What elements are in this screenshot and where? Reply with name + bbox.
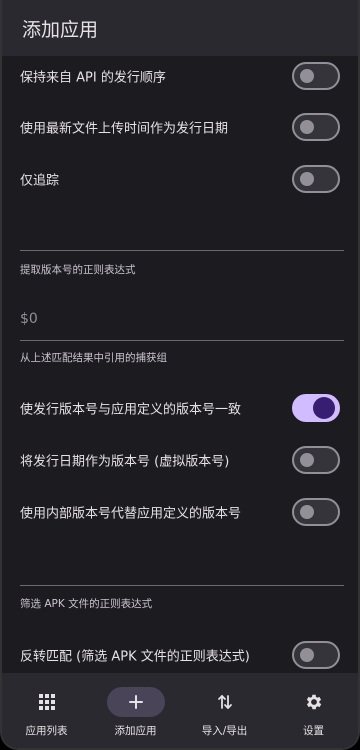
nav-item-settings[interactable]: 设置 <box>269 673 358 748</box>
version-regex-underline <box>20 340 344 341</box>
match-version-row[interactable]: 使发行版本号与应用定义的版本号一致 <box>2 388 358 428</box>
page-title: 添加应用 <box>22 18 99 41</box>
nav-pill <box>196 687 254 717</box>
toggle-knob <box>300 453 314 467</box>
import-export-icon <box>216 693 234 711</box>
nav-item-apps[interactable]: 应用列表 <box>2 673 91 748</box>
match-version-toggle[interactable] <box>292 394 340 422</box>
track-only-row[interactable]: 仅追踪 <box>2 159 358 199</box>
toggle-knob <box>300 172 314 186</box>
date-as-version-row[interactable]: 将发行日期作为版本号 (虚拟版本号) <box>2 440 358 480</box>
invert-filter-toggle[interactable] <box>292 641 340 669</box>
nav-item-add-app[interactable]: 添加应用 <box>91 673 180 748</box>
apk-filter-regex-label: 筛选 APK 文件的正则表达式 <box>20 598 153 610</box>
nav-label-apps: 应用列表 <box>25 725 68 737</box>
keep-api-order-label: 保持来自 API 的发行顺序 <box>20 70 166 86</box>
nav-item-import-export[interactable]: 导入/导出 <box>180 673 269 748</box>
track-only-toggle[interactable] <box>292 165 340 193</box>
app-bar: 添加应用 <box>2 0 358 56</box>
invert-filter-row[interactable]: 反转匹配 (筛选 APK 文件的正则表达式) <box>2 635 358 673</box>
screen: 添加应用 保持来自 API 的发行顺序 使用最新文件上传时间作为发行日期 仅追踪… <box>0 0 360 750</box>
use-latest-upload-toggle[interactable] <box>292 113 340 141</box>
add-icon <box>128 694 144 710</box>
nav-pill <box>285 687 343 717</box>
bottom-navigation: 应用列表 添加应用 导入/导出 设置 <box>2 673 358 748</box>
keep-api-order-row[interactable]: 保持来自 API 的发行顺序 <box>2 56 358 96</box>
toggle-knob <box>300 505 314 519</box>
nav-label-add-app: 添加应用 <box>114 725 157 737</box>
use-latest-upload-row[interactable]: 使用最新文件上传时间作为发行日期 <box>2 107 358 147</box>
use-latest-upload-label: 使用最新文件上传时间作为发行日期 <box>20 121 229 137</box>
toggle-knob <box>300 120 314 134</box>
version-regex-label: 提取版本号的正则表达式 <box>20 264 136 276</box>
match-version-label: 使发行版本号与应用定义的版本号一致 <box>20 402 242 418</box>
nav-label-import-export: 导入/导出 <box>201 725 248 737</box>
divider <box>20 585 344 586</box>
keep-api-order-toggle[interactable] <box>292 62 340 90</box>
divider <box>20 250 344 251</box>
toggle-knob <box>313 397 335 419</box>
settings-list[interactable]: 保持来自 API 的发行顺序 使用最新文件上传时间作为发行日期 仅追踪 提取版本… <box>2 56 358 673</box>
nav-pill <box>106 687 165 717</box>
nav-pill <box>18 687 76 717</box>
nav-label-settings: 设置 <box>303 725 324 737</box>
internal-version-row[interactable]: 使用内部版本号代替应用定义的版本号 <box>2 492 358 532</box>
date-as-version-toggle[interactable] <box>292 446 340 474</box>
capture-group-helper: 从上述匹配结果中引用的捕获组 <box>20 352 167 364</box>
apps-grid-icon <box>38 693 56 711</box>
version-regex-input[interactable]: $0 <box>20 311 38 327</box>
gear-icon <box>304 692 324 712</box>
date-as-version-label: 将发行日期作为版本号 (虚拟版本号) <box>20 454 230 470</box>
internal-version-label: 使用内部版本号代替应用定义的版本号 <box>20 506 242 522</box>
invert-filter-label: 反转匹配 (筛选 APK 文件的正则表达式) <box>20 649 250 665</box>
internal-version-toggle[interactable] <box>292 498 340 526</box>
track-only-label: 仅追踪 <box>20 173 60 189</box>
toggle-knob <box>300 648 314 662</box>
toggle-knob <box>300 69 314 83</box>
